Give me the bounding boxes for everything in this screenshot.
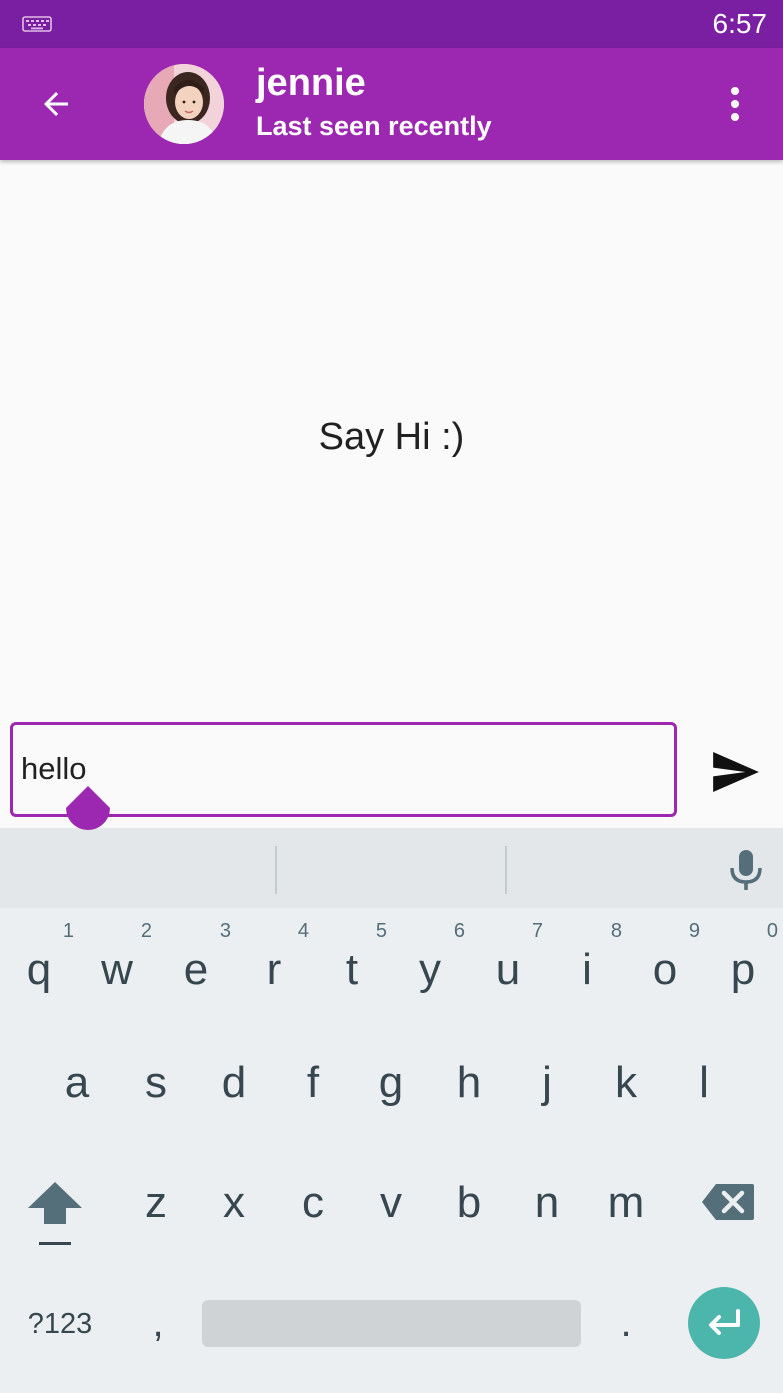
- key-hint: 2: [140, 920, 152, 942]
- space-key[interactable]: [202, 1300, 581, 1347]
- key-label: t: [345, 945, 359, 994]
- contact-status: Last seen recently: [256, 111, 492, 141]
- key-k[interactable]: k: [587, 1038, 665, 1128]
- key-hint: 7: [531, 920, 543, 942]
- key-g[interactable]: g: [352, 1038, 430, 1128]
- key-f[interactable]: f: [274, 1038, 352, 1128]
- suggestion-divider: [275, 846, 277, 894]
- key-label: e: [183, 945, 209, 994]
- key-hint: 0: [766, 920, 778, 942]
- status-bar: 6:57: [0, 0, 783, 48]
- key-hint: 1: [62, 920, 74, 942]
- shift-icon[interactable]: [22, 1176, 88, 1250]
- key-m[interactable]: m: [587, 1158, 665, 1248]
- message-list: Say Hi :): [0, 160, 783, 720]
- key-a[interactable]: a: [38, 1038, 116, 1128]
- status-time: 6:57: [712, 8, 768, 39]
- more-vertical-icon: [731, 87, 739, 121]
- comma-key[interactable]: ,: [138, 1298, 178, 1348]
- key-x[interactable]: x: [195, 1158, 273, 1248]
- empty-chat-message: Say Hi :): [318, 416, 465, 458]
- key-label: u: [495, 945, 521, 994]
- key-label: w: [101, 945, 133, 994]
- avatar-image: [144, 64, 224, 144]
- key-label: y: [419, 945, 441, 994]
- message-input-text[interactable]: hello: [21, 751, 87, 787]
- key-c[interactable]: c: [274, 1158, 352, 1248]
- key-i[interactable]: i8: [548, 920, 626, 1010]
- key-e[interactable]: e3: [157, 920, 235, 1010]
- key-d[interactable]: d: [195, 1038, 273, 1128]
- key-z[interactable]: z: [117, 1158, 195, 1248]
- key-n[interactable]: n: [508, 1158, 586, 1248]
- key-label: q: [26, 945, 52, 994]
- key-hint: 8: [610, 920, 622, 942]
- key-p[interactable]: p0: [704, 920, 782, 1010]
- arrow-back-icon: [44, 92, 68, 116]
- avatar[interactable]: [144, 64, 224, 144]
- key-w[interactable]: w2: [78, 920, 156, 1010]
- key-hint: 6: [453, 920, 465, 942]
- text-cursor-handle[interactable]: [66, 786, 110, 830]
- message-input[interactable]: hello: [10, 722, 677, 817]
- key-j[interactable]: j: [508, 1038, 586, 1128]
- key-label: p: [730, 945, 756, 994]
- key-label: r: [266, 945, 282, 994]
- key-label: o: [652, 945, 678, 994]
- key-hint: 5: [375, 920, 387, 942]
- keyboard-icon: [22, 16, 52, 32]
- key-label: i: [582, 945, 592, 994]
- back-button[interactable]: [28, 80, 84, 128]
- mic-icon[interactable]: [728, 848, 764, 892]
- backspace-icon[interactable]: [700, 1180, 756, 1224]
- enter-key[interactable]: [688, 1287, 760, 1359]
- key-o[interactable]: o9: [626, 920, 704, 1010]
- key-r[interactable]: r4: [235, 920, 313, 1010]
- soft-keyboard: q1 w2 e3 r4 t5 y6 u7 i8 o9 p0 a s d f g …: [0, 828, 783, 1393]
- more-options-button[interactable]: [711, 80, 759, 128]
- period-key[interactable]: .: [606, 1298, 646, 1348]
- enter-icon: [709, 1309, 740, 1335]
- key-t[interactable]: t5: [313, 920, 391, 1010]
- contact-name[interactable]: jennie: [256, 62, 366, 104]
- app-bar: jennie Last seen recently: [0, 48, 783, 160]
- suggestion-strip: [0, 828, 783, 908]
- suggestion-divider: [505, 846, 507, 894]
- key-h[interactable]: h: [430, 1038, 508, 1128]
- key-y[interactable]: y6: [391, 920, 469, 1010]
- key-hint: 9: [688, 920, 700, 942]
- key-hint: 4: [297, 920, 309, 942]
- key-v[interactable]: v: [352, 1158, 430, 1248]
- key-q[interactable]: q1: [0, 920, 78, 1010]
- symbols-key[interactable]: ?123: [18, 1302, 102, 1346]
- key-b[interactable]: b: [430, 1158, 508, 1248]
- key-hint: 3: [219, 920, 231, 942]
- send-button[interactable]: [708, 744, 764, 800]
- key-s[interactable]: s: [117, 1038, 195, 1128]
- key-u[interactable]: u7: [469, 920, 547, 1010]
- send-icon: [713, 752, 759, 792]
- chat-screen: 6:57 jennie Last seen recently Say Hi:)…: [0, 0, 783, 1393]
- key-l[interactable]: l: [665, 1038, 743, 1128]
